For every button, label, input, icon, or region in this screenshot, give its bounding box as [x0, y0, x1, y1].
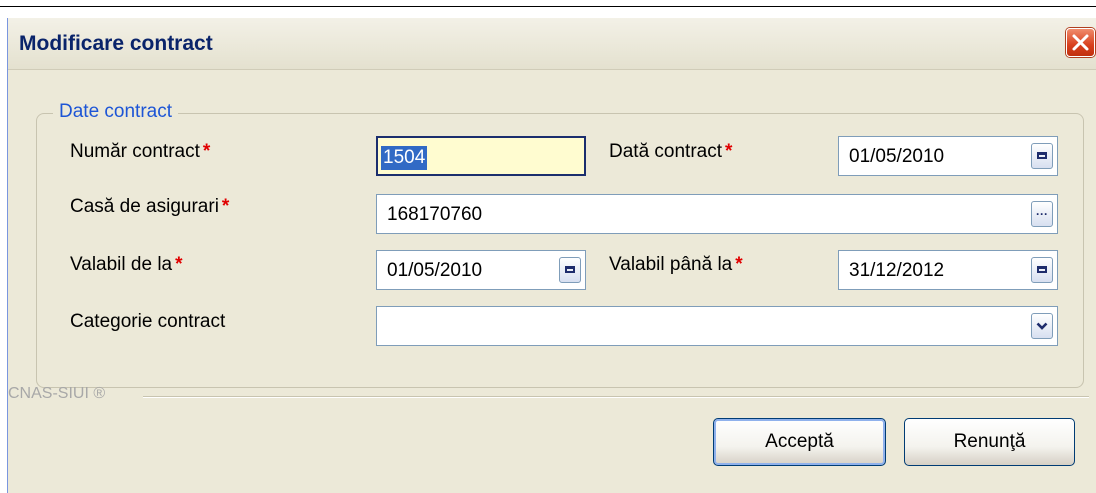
insurance-house-field[interactable]: 168170760 ··· — [376, 194, 1058, 234]
valid-from-label: Valabil de la * — [70, 254, 183, 275]
insurance-house-value: 168170760 — [387, 204, 483, 225]
calendar-icon — [1037, 152, 1047, 159]
required-marker: * — [725, 141, 733, 162]
cancel-button[interactable]: Renunţă — [904, 418, 1075, 466]
contract-number-value: 1504 — [381, 146, 428, 170]
contract-date-picker-button[interactable] — [1031, 143, 1053, 169]
accept-button[interactable]: Acceptă — [713, 418, 886, 466]
valid-from-picker-button[interactable] — [559, 257, 581, 283]
groupbox-legend: Date contract — [53, 101, 178, 123]
separator-line — [143, 396, 1089, 398]
valid-from-field[interactable]: 01/05/2010 — [376, 250, 586, 290]
dialog-title: Modificare contract — [19, 32, 213, 55]
chevron-down-icon — [1036, 322, 1048, 330]
dialog-window: Modificare contract Date contract Număr … — [7, 18, 1096, 493]
required-marker: * — [735, 254, 743, 275]
insurance-house-lookup-button[interactable]: ··· — [1031, 201, 1053, 227]
contract-date-value: 01/05/2010 — [849, 146, 945, 167]
valid-to-field[interactable]: 31/12/2012 — [838, 250, 1058, 290]
valid-to-label: Valabil până la * — [609, 254, 743, 275]
contract-number-label: Număr contract * — [70, 141, 211, 162]
brand-label: CNAS-SIUI ® — [8, 385, 106, 402]
required-marker: * — [175, 254, 183, 275]
contract-date-label: Dată contract * — [609, 141, 733, 162]
valid-from-value: 01/05/2010 — [387, 260, 483, 281]
required-marker: * — [202, 141, 211, 162]
close-icon — [1072, 34, 1089, 51]
calendar-icon — [1037, 266, 1047, 273]
calendar-icon — [565, 266, 575, 273]
contract-date-field[interactable]: 01/05/2010 — [838, 136, 1058, 176]
contract-number-input[interactable]: 1504 — [376, 136, 586, 176]
required-marker: * — [221, 196, 230, 217]
close-button[interactable] — [1066, 28, 1095, 57]
title-bar: Modificare contract — [8, 18, 1096, 70]
top-divider — [0, 6, 1096, 7]
category-label: Categorie contract — [70, 311, 226, 332]
insurance-house-label: Casă de asigurari * — [70, 196, 230, 217]
valid-to-picker-button[interactable] — [1031, 257, 1053, 283]
category-select[interactable] — [376, 306, 1058, 346]
category-dropdown-button[interactable] — [1031, 313, 1053, 339]
valid-to-value: 31/12/2012 — [849, 260, 945, 281]
ellipsis-icon: ··· — [1036, 207, 1048, 221]
